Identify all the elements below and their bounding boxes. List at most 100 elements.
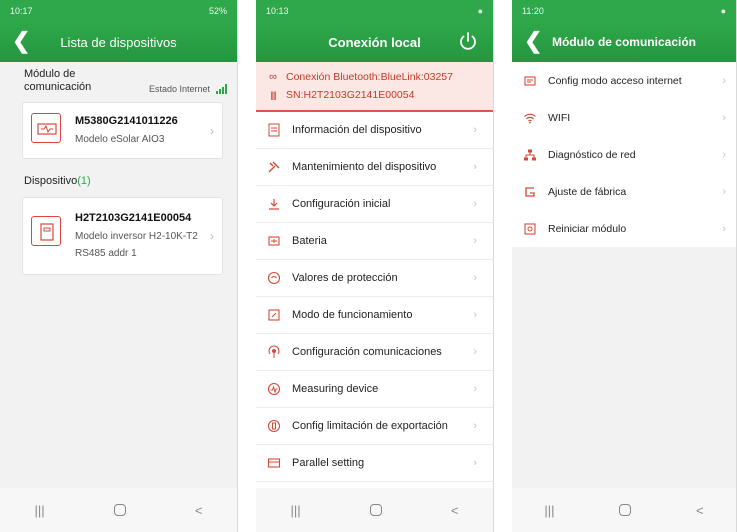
- menu-item-restart-module[interactable]: Reiniciar módulo ›: [512, 210, 736, 247]
- chevron-right-icon: ›: [722, 222, 726, 235]
- home-button[interactable]: [113, 504, 126, 516]
- menu-item-label: Mantenimiento del dispositivo: [292, 161, 437, 173]
- module-section-header: Módulo de comunicación Estado Internet: [0, 62, 237, 98]
- meter-icon: [266, 381, 282, 397]
- menu-item-communications[interactable]: Configuración comunicaciones ›: [256, 334, 493, 371]
- internet-access-icon: [522, 73, 538, 89]
- chevron-right-icon: ›: [210, 123, 214, 138]
- menu-item-label: Diagnóstico de red: [548, 148, 636, 161]
- device-addr: RS485 addr 1: [75, 248, 137, 259]
- mode-icon: [266, 307, 282, 323]
- device-list: Módulo de comunicación Estado Internet M…: [0, 62, 237, 275]
- status-bar: 10:13 ●: [256, 0, 493, 22]
- comm-module-screen: 11:20 ● ❮ Módulo de comunicación Config …: [512, 0, 737, 532]
- comm-module-icon: [31, 113, 61, 143]
- device-section-header: Dispositivo(1): [0, 159, 237, 193]
- local-connection-screen: 10:13 ● Conexión local ∞ Conexión Blueto…: [256, 0, 494, 532]
- module-model: Modelo eSolar AIO3: [75, 134, 165, 145]
- home-button[interactable]: [369, 504, 382, 516]
- module-menu: Config modo acceso internet › WIFI › Dia…: [512, 62, 736, 247]
- menu-item-internet-access[interactable]: Config modo acceso internet ›: [512, 62, 736, 99]
- menu-item-operation-mode[interactable]: Modo de funcionamiento ›: [256, 297, 493, 334]
- export-limit-icon: [266, 418, 282, 434]
- restart-icon: [522, 221, 538, 237]
- chevron-right-icon: ›: [722, 185, 726, 198]
- status-time: 11:20: [522, 6, 544, 16]
- menu-item-measuring-device[interactable]: Measuring device ›: [256, 371, 493, 408]
- system-nav-bar: ||| <: [512, 488, 736, 532]
- app-bar: ❮ Lista de dispositivos: [0, 22, 237, 62]
- menu-item-wifi[interactable]: WIFI ›: [512, 99, 736, 136]
- link-icon: ∞: [269, 71, 277, 83]
- network-icon: [522, 147, 538, 163]
- recent-apps-button[interactable]: |||: [544, 503, 554, 518]
- app-bar: Conexión local: [256, 22, 493, 62]
- initial-setup-icon: [266, 196, 282, 212]
- menu-item-parallel-setting[interactable]: Parallel setting ›: [256, 445, 493, 482]
- back-arrow-icon[interactable]: ❮: [524, 30, 542, 52]
- chevron-right-icon: ›: [473, 161, 477, 173]
- menu-item-label: Ajuste de fábrica: [548, 185, 627, 198]
- device-list-screen: 10:17 52% ❮ Lista de dispositivos Módulo…: [0, 0, 238, 532]
- menu-item-export-limit[interactable]: Config limitación de exportación ›: [256, 408, 493, 445]
- recent-apps-button[interactable]: |||: [291, 503, 301, 518]
- protection-icon: [266, 270, 282, 286]
- device-card[interactable]: H2T2103G2141E00054 Modelo inversor H2-10…: [22, 197, 223, 275]
- chevron-right-icon: ›: [473, 198, 477, 210]
- menu-item-label: Valores de protección: [292, 272, 398, 284]
- back-arrow-icon[interactable]: ❮: [12, 30, 30, 52]
- device-model: Modelo inversor H2-10K-T2: [75, 231, 198, 242]
- chevron-right-icon: ›: [473, 383, 477, 395]
- chevron-right-icon: ›: [210, 229, 214, 243]
- menu-item-protection[interactable]: Valores de protección ›: [256, 260, 493, 297]
- menu-item-network-diagnosis[interactable]: Diagnóstico de red ›: [512, 136, 736, 173]
- menu-item-battery[interactable]: Bateria ›: [256, 223, 493, 260]
- battery-icon: [266, 233, 282, 249]
- menu-item-initial-setup[interactable]: Configuración inicial ›: [256, 186, 493, 223]
- nav-back-button[interactable]: <: [195, 503, 203, 518]
- status-icons: ●: [720, 6, 726, 16]
- nav-back-button[interactable]: <: [696, 503, 704, 518]
- signal-bars-icon: [216, 84, 227, 94]
- chevron-right-icon: ›: [473, 420, 477, 432]
- menu-item-device-info[interactable]: Información del dispositivo ›: [256, 112, 493, 149]
- chevron-right-icon: ›: [473, 309, 477, 321]
- recent-apps-button[interactable]: |||: [35, 503, 45, 518]
- menu-item-label: Configuración inicial: [292, 198, 391, 210]
- status-battery: 52%: [208, 6, 227, 16]
- communication-icon: [266, 344, 282, 360]
- chevron-right-icon: ›: [473, 272, 477, 284]
- power-icon[interactable]: [457, 30, 479, 52]
- connection-info: ∞ Conexión Bluetooth:BlueLink:03257 ||||…: [256, 62, 493, 112]
- serial-number-text: SN:H2T2103G2141E00054: [286, 89, 415, 101]
- menu-item-maintenance[interactable]: Mantenimiento del dispositivo ›: [256, 149, 493, 186]
- chevron-right-icon: ›: [473, 235, 477, 247]
- menu-item-label: Información del dispositivo: [292, 124, 422, 136]
- system-nav-bar: ||| <: [256, 488, 493, 532]
- info-doc-icon: [266, 122, 282, 138]
- menu-item-label: WIFI: [548, 111, 571, 124]
- wifi-icon: [522, 110, 538, 126]
- inverter-icon: [31, 216, 61, 246]
- device-count: (1): [77, 175, 91, 187]
- module-section-label: Módulo de comunicación: [24, 68, 92, 93]
- factory-reset-icon: [522, 184, 538, 200]
- chevron-right-icon: ›: [473, 124, 477, 136]
- menu-item-label: Measuring device: [292, 383, 379, 395]
- status-bar: 11:20 ●: [512, 0, 736, 22]
- chevron-right-icon: ›: [473, 346, 477, 358]
- module-card[interactable]: M5380G2141011226 Modelo eSolar AIO3 ›: [22, 102, 223, 159]
- home-button[interactable]: [619, 504, 632, 516]
- app-bar: ❮ Módulo de comunicación: [512, 22, 736, 62]
- chevron-right-icon: ›: [722, 111, 726, 124]
- status-icons: ●: [477, 6, 483, 16]
- menu-item-factory-reset[interactable]: Ajuste de fábrica ›: [512, 173, 736, 210]
- status-time: 10:17: [10, 6, 33, 16]
- menu-item-label: Modo de funcionamiento: [292, 309, 413, 321]
- barcode-icon: ||||: [270, 90, 276, 100]
- nav-back-button[interactable]: <: [451, 503, 459, 518]
- page-title: Lista de dispositivos: [60, 34, 177, 50]
- module-serial: M5380G2141011226: [75, 115, 178, 127]
- system-nav-bar: ||| <: [0, 488, 237, 532]
- menu-item-label: Bateria: [292, 235, 327, 247]
